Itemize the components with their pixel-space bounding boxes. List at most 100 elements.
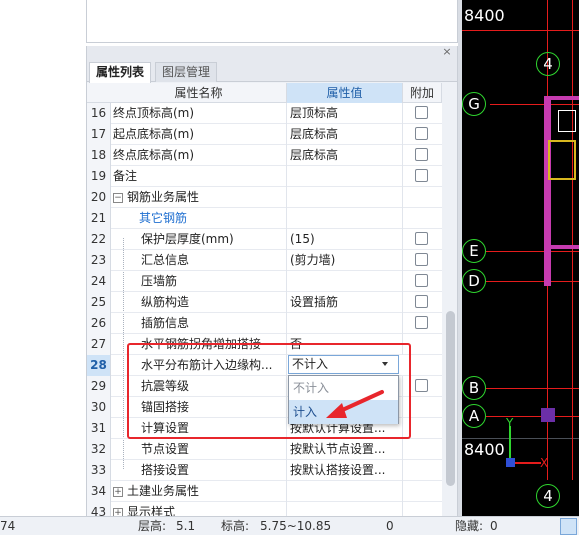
- expand-icon[interactable]: +: [113, 507, 123, 516]
- add-checkbox[interactable]: [415, 253, 428, 266]
- table-row[interactable]: 20 − 钢筋业务属性: [87, 187, 442, 208]
- column-header-name: 属性名称: [111, 83, 287, 103]
- group-label: 钢筋业务属性: [127, 190, 200, 204]
- expand-icon[interactable]: +: [113, 486, 123, 497]
- snap-mode-icon[interactable]: [560, 518, 577, 535]
- property-name: 保护层厚度(mm): [111, 229, 287, 250]
- row-number: 19: [87, 166, 111, 187]
- column-block: [548, 140, 576, 180]
- status-count: 0: [386, 519, 394, 533]
- property-value[interactable]: 按默认搭接设置...: [287, 460, 403, 481]
- property-value[interactable]: 按默认节点设置...: [287, 439, 403, 460]
- tab-property-list[interactable]: 属性列表: [89, 62, 152, 83]
- property-value[interactable]: (15): [287, 229, 403, 250]
- property-name: 终点顶标高(m): [111, 103, 287, 124]
- property-name: 起点底标高(m): [111, 124, 287, 145]
- grid-line: [486, 388, 579, 389]
- property-name: 插筋信息: [111, 313, 287, 334]
- property-value: [287, 481, 403, 502]
- property-value[interactable]: [287, 313, 403, 334]
- wall-segment: [544, 245, 579, 249]
- add-checkbox[interactable]: [415, 295, 428, 308]
- vertical-scrollbar[interactable]: [443, 83, 457, 516]
- column-header-add: 附加: [403, 83, 442, 103]
- property-group: − 钢筋业务属性: [111, 187, 287, 208]
- hidden-label: 隐藏:: [455, 519, 484, 533]
- cad-drawing-canvas[interactable]: 8400 8400 4 G E D B A 4 Y X: [462, 0, 579, 516]
- table-row[interactable]: 19 备注: [87, 166, 442, 187]
- row-number: 29: [87, 376, 111, 397]
- scrollbar-thumb[interactable]: [446, 311, 455, 486]
- property-group: + 土建业务属性: [111, 481, 287, 502]
- property-value[interactable]: [287, 271, 403, 292]
- add-checkbox[interactable]: [415, 274, 428, 287]
- property-value[interactable]: 层顶标高: [287, 103, 403, 124]
- dimension-label: 8400: [464, 6, 505, 25]
- property-panel: × 属性列表 图层管理 属性名称 属性值 附加 16 终点顶标高(m) 层顶标高…: [86, 46, 458, 516]
- panel-titlebar: ×: [87, 46, 457, 60]
- table-row[interactable]: 24 压墙筋: [87, 271, 442, 292]
- property-value[interactable]: (剪力墙): [287, 250, 403, 271]
- column-header-value: 属性值: [287, 83, 403, 103]
- add-checkbox[interactable]: [415, 106, 428, 119]
- add-checkbox[interactable]: [415, 379, 428, 392]
- row-number: 43: [87, 502, 111, 516]
- elevation-value: 5.75~10.85: [260, 519, 332, 533]
- add-checkbox[interactable]: [415, 232, 428, 245]
- row-number: 22: [87, 229, 111, 250]
- ucs-y-label: Y: [506, 416, 514, 430]
- property-name: 备注: [111, 166, 287, 187]
- row-number: 18: [87, 145, 111, 166]
- axis-bubble: B: [462, 376, 486, 400]
- table-row[interactable]: 18 终点底标高(m) 层底标高: [87, 145, 442, 166]
- table-row[interactable]: 26 插筋信息: [87, 313, 442, 334]
- collapse-icon[interactable]: −: [113, 192, 123, 203]
- property-value: [287, 208, 403, 229]
- property-name: 压墙筋: [111, 271, 287, 292]
- ucs-icon: Y X: [506, 416, 549, 470]
- property-group: + 显示样式: [111, 502, 287, 516]
- row-number: 17: [87, 124, 111, 145]
- row-number: 34: [87, 481, 111, 502]
- property-subgroup: 其它钢筋: [111, 208, 287, 229]
- axis-bubble: A: [462, 404, 486, 428]
- table-row[interactable]: 16 终点顶标高(m) 层顶标高: [87, 103, 442, 124]
- table-row[interactable]: 43 + 显示样式: [87, 502, 442, 516]
- property-value[interactable]: 设置插筋: [287, 292, 403, 313]
- left-blank-area: [0, 0, 86, 516]
- table-row[interactable]: 17 起点底标高(m) 层底标高: [87, 124, 442, 145]
- add-checkbox[interactable]: [415, 316, 428, 329]
- preview-panel: [86, 0, 458, 43]
- row-number: 32: [87, 439, 111, 460]
- status-coordinate: 74: [0, 519, 16, 533]
- table-row[interactable]: 23 汇总信息 (剪力墙): [87, 250, 442, 271]
- app-window: × 属性列表 图层管理 属性名称 属性值 附加 16 终点顶标高(m) 层顶标高…: [0, 0, 579, 535]
- group-label: 土建业务属性: [127, 484, 200, 498]
- ucs-x-label: X: [540, 456, 549, 470]
- table-row[interactable]: 21 其它钢筋: [87, 208, 442, 229]
- property-value[interactable]: [287, 166, 403, 187]
- hidden-count: 0: [490, 519, 498, 533]
- row-number: 28: [87, 355, 111, 376]
- property-value[interactable]: 层底标高: [287, 124, 403, 145]
- table-row[interactable]: 25 纵筋构造 设置插筋: [87, 292, 442, 313]
- table-row[interactable]: 33 搭接设置 按默认搭接设置...: [87, 460, 442, 481]
- elevation-label: 标高:: [221, 519, 250, 533]
- close-icon[interactable]: ×: [441, 46, 453, 59]
- table-row[interactable]: 32 节点设置 按默认节点设置...: [87, 439, 442, 460]
- table-row[interactable]: 34 + 土建业务属性: [87, 481, 442, 502]
- row-number: 25: [87, 292, 111, 313]
- annotation-arrow-icon: [326, 390, 384, 418]
- axis-bubble: E: [462, 239, 486, 263]
- table-row[interactable]: 22 保护层厚度(mm) (15): [87, 229, 442, 250]
- add-checkbox[interactable]: [415, 148, 428, 161]
- add-checkbox[interactable]: [415, 127, 428, 140]
- axis-bubble: D: [462, 269, 486, 293]
- property-value[interactable]: 层底标高: [287, 145, 403, 166]
- tab-layer-management[interactable]: 图层管理: [155, 62, 218, 82]
- grid-line: [486, 281, 579, 282]
- floor-height-label: 层高:: [138, 519, 167, 533]
- status-bar: 74 层高: 5.1 标高: 5.75~10.85 0 隐藏: 0: [0, 516, 579, 535]
- add-checkbox[interactable]: [415, 169, 428, 182]
- axis-bubble: G: [462, 92, 486, 116]
